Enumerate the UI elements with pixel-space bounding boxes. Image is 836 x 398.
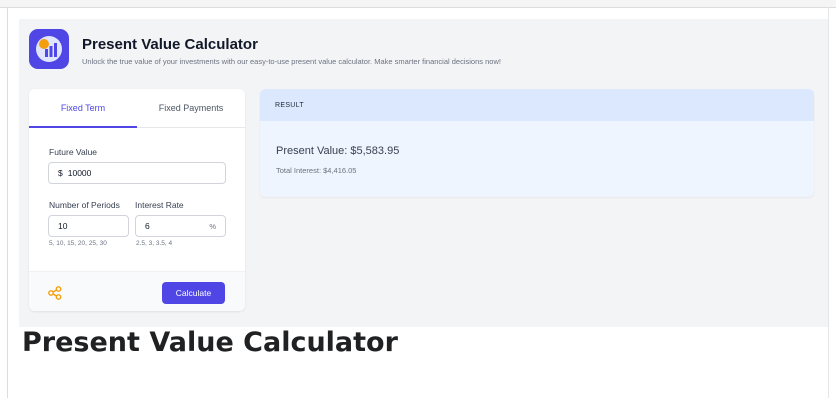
window-right-border (828, 7, 829, 398)
window-top-border (0, 0, 836, 8)
periods-input[interactable] (58, 221, 128, 231)
percent-unit: % (209, 221, 216, 231)
total-interest-result: Total Interest: $4,416.05 (276, 166, 357, 175)
result-card: RESULT Present Value: $5,583.95 Total In… (260, 89, 814, 197)
form-footer: Calculate (29, 271, 245, 311)
periods-field[interactable] (48, 215, 129, 237)
interest-rate-input[interactable] (145, 221, 210, 231)
share-icon[interactable] (47, 285, 63, 301)
page-subtitle: Unlock the true value of your investment… (82, 57, 501, 66)
interest-rate-label: Interest Rate (135, 200, 184, 210)
calculator-form-card: Fixed Term Fixed Payments Future Value $… (29, 89, 245, 311)
interest-rate-field[interactable]: % (135, 215, 226, 237)
calculator-header: Present Value Calculator Unlock the true… (29, 29, 819, 71)
present-value-result: Present Value: $5,583.95 (276, 145, 400, 157)
page-caption: Present Value Calculator (22, 327, 398, 358)
page-title: Present Value Calculator (82, 36, 258, 53)
periods-hint: 5, 10, 15, 20, 25, 30 (49, 240, 107, 247)
future-value-input[interactable] (67, 168, 225, 178)
calculator-app: Present Value Calculator Unlock the true… (19, 19, 828, 327)
calculate-button[interactable]: Calculate (162, 282, 225, 304)
chart-coin-icon (36, 36, 62, 62)
periods-label: Number of Periods (49, 200, 120, 210)
future-value-field[interactable]: $ (48, 162, 226, 184)
calculator-logo (29, 29, 69, 69)
tab-fixed-payments[interactable]: Fixed Payments (137, 89, 245, 127)
future-value-label: Future Value (49, 147, 98, 157)
currency-symbol: $ (58, 168, 63, 178)
window-left-border (7, 7, 8, 398)
tab-fixed-term[interactable]: Fixed Term (29, 89, 137, 128)
result-heading: RESULT (260, 89, 814, 121)
interest-rate-hint: 2.5, 3, 3.5, 4 (136, 240, 173, 247)
calculator-tabs: Fixed Term Fixed Payments (29, 89, 245, 128)
